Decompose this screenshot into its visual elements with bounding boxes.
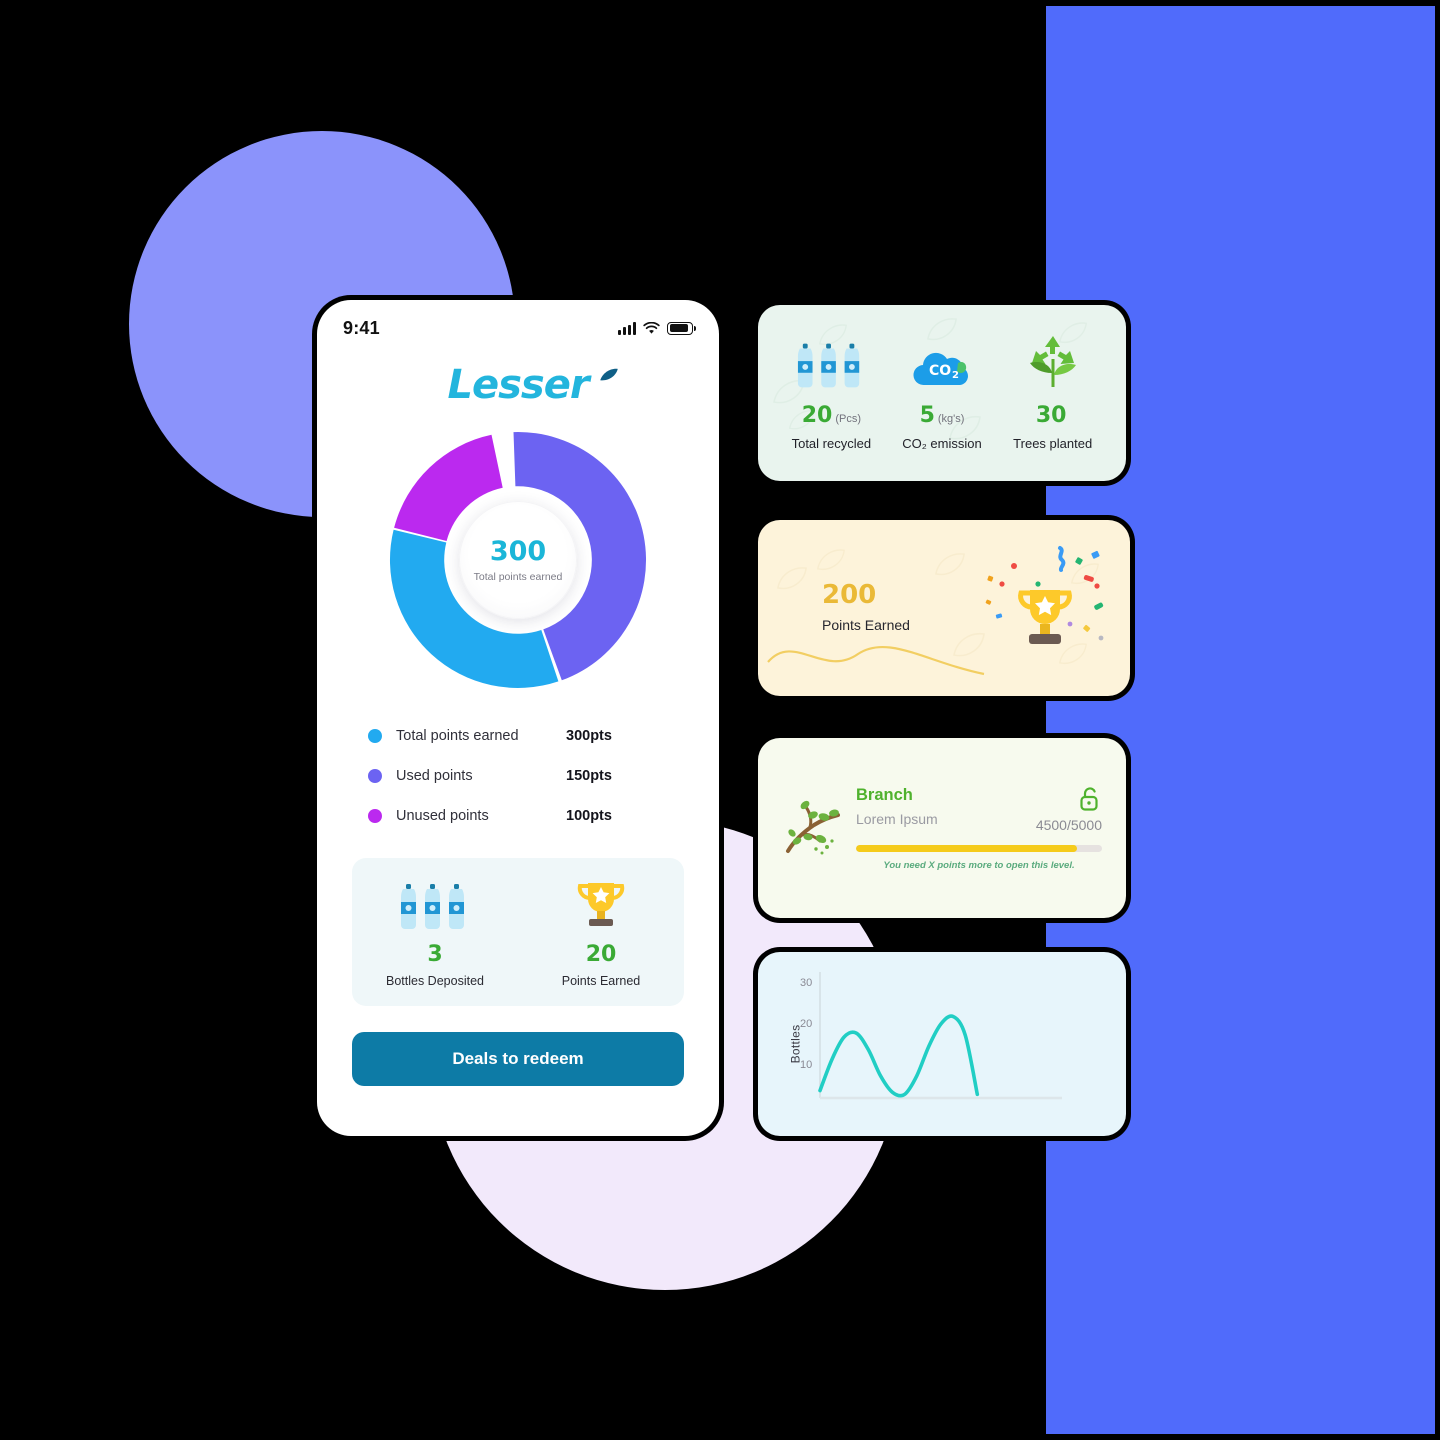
points-earned-value: 200	[822, 580, 877, 610]
level-hint-text: You need X points more to open this leve…	[883, 859, 1075, 871]
level-progress-text: 4500/5000	[1035, 816, 1102, 833]
water-bottles-icon	[776, 331, 887, 393]
level-progress-bar-fill	[856, 844, 1078, 852]
deposit-stats-card: 3 Bottles Deposited 20 Points Earned	[352, 858, 684, 1006]
eco-value-trees-planted: 30	[1035, 403, 1067, 428]
level-progress-card: Branch Lorem Ipsum 4500/5000 You need X …	[758, 738, 1126, 918]
points-earned-caption: Points Earned	[822, 617, 910, 633]
legend-item-used: Used points 150pts	[368, 756, 668, 796]
wifi-icon	[643, 321, 660, 334]
deals-to-redeem-button[interactable]: Deals to redeem	[352, 1032, 684, 1086]
points-earned-card: 200 Points Earned	[758, 520, 1130, 696]
stat-bottles-deposited: 3 Bottles Deposited	[352, 876, 518, 988]
stat-bottles-caption: Bottles Deposited	[386, 974, 484, 988]
co2-cloud-icon: CO 2	[887, 331, 998, 393]
water-bottles-icon	[352, 876, 518, 932]
donut-center-value: 300	[489, 535, 547, 567]
chart-y-axis-title: Bottles	[788, 1024, 803, 1064]
points-legend: Total points earned 300pts Used points 1…	[368, 716, 668, 836]
legend-label-unused: Unused points	[396, 808, 489, 824]
donut-center: 300 Total points earned	[459, 501, 577, 619]
stat-points-value: 20	[585, 942, 617, 967]
legend-dot-total	[368, 729, 382, 743]
donut-center-label: Total points earned	[473, 570, 563, 583]
status-bar-icons	[618, 321, 696, 335]
battery-icon	[667, 321, 696, 335]
canvas: 9:41 Lesser 300 Total points earned Tota…	[0, 0, 1440, 1440]
legend-value-used: 150pts	[566, 768, 612, 784]
svg-text:CO: CO	[929, 363, 951, 379]
stat-points-earned: 20 Points Earned	[518, 876, 684, 988]
bottles-chart-card: Bottles 30 20 10	[758, 952, 1126, 1136]
signal-icon	[618, 321, 636, 335]
phone-mockup: 9:41 Lesser 300 Total points earned Tota…	[317, 300, 719, 1136]
eco-item-co2-emission: CO 2 5 (kg's) CO₂ emission	[887, 331, 998, 451]
eco-item-total-recycled: 20 (Pcs) Total recycled	[776, 331, 887, 451]
chart-ytick-30: 30	[800, 977, 813, 989]
recycle-plant-icon	[997, 331, 1108, 393]
legend-dot-used	[368, 769, 382, 783]
chart-ytick-10: 10	[800, 1059, 813, 1071]
level-subtitle: Lorem Ipsum	[856, 810, 938, 827]
level-title: Branch	[856, 785, 913, 804]
unlocked-padlock-icon[interactable]	[1078, 786, 1102, 812]
points-donut-chart: 300 Total points earned	[384, 426, 652, 694]
trophy-icon	[518, 876, 684, 932]
legend-label-total: Total points earned	[396, 728, 519, 744]
status-bar: 9:41	[317, 300, 719, 346]
legend-dot-unused	[368, 809, 382, 823]
legend-value-unused: 100pts	[566, 808, 612, 824]
eco-caption-co2-emission: CO₂ emission	[902, 436, 982, 451]
stat-bottles-value: 3	[427, 942, 443, 967]
chart-plot	[818, 972, 1062, 1100]
background-panel-blue	[1046, 6, 1435, 1434]
stat-points-caption: Points Earned	[561, 974, 641, 988]
legend-item-unused: Unused points 100pts	[368, 796, 668, 836]
eco-caption-total-recycled: Total recycled	[791, 436, 872, 451]
eco-unit-total-recycled: (Pcs)	[835, 413, 861, 425]
eco-item-trees-planted: 30 Trees planted	[997, 331, 1108, 451]
chart-line-series	[818, 1014, 980, 1098]
eco-caption-trees-planted: Trees planted	[1013, 436, 1093, 451]
app-logo: Lesser	[317, 362, 719, 408]
chart-ytick-20: 20	[800, 1018, 813, 1030]
leaf-icon	[600, 368, 618, 381]
legend-label-used: Used points	[396, 768, 473, 784]
bottles-line-chart: Bottles 30 20 10	[758, 952, 1126, 1136]
legend-value-total: 300pts	[566, 728, 612, 744]
branch-icon	[780, 793, 846, 864]
eco-unit-co2-emission: (kg's)	[937, 413, 965, 425]
status-bar-clock: 9:41	[343, 317, 380, 338]
eco-value-co2-emission: 5	[919, 403, 935, 428]
level-progress-bar	[856, 844, 1102, 852]
app-logo-text: Lesser	[447, 362, 589, 408]
legend-item-total: Total points earned 300pts	[368, 716, 668, 756]
eco-impact-card: 20 (Pcs) Total recycled CO 2 5 (kg's) CO₂ …	[758, 305, 1126, 481]
svg-text:2: 2	[952, 370, 959, 381]
eco-value-total-recycled: 20	[801, 403, 833, 428]
